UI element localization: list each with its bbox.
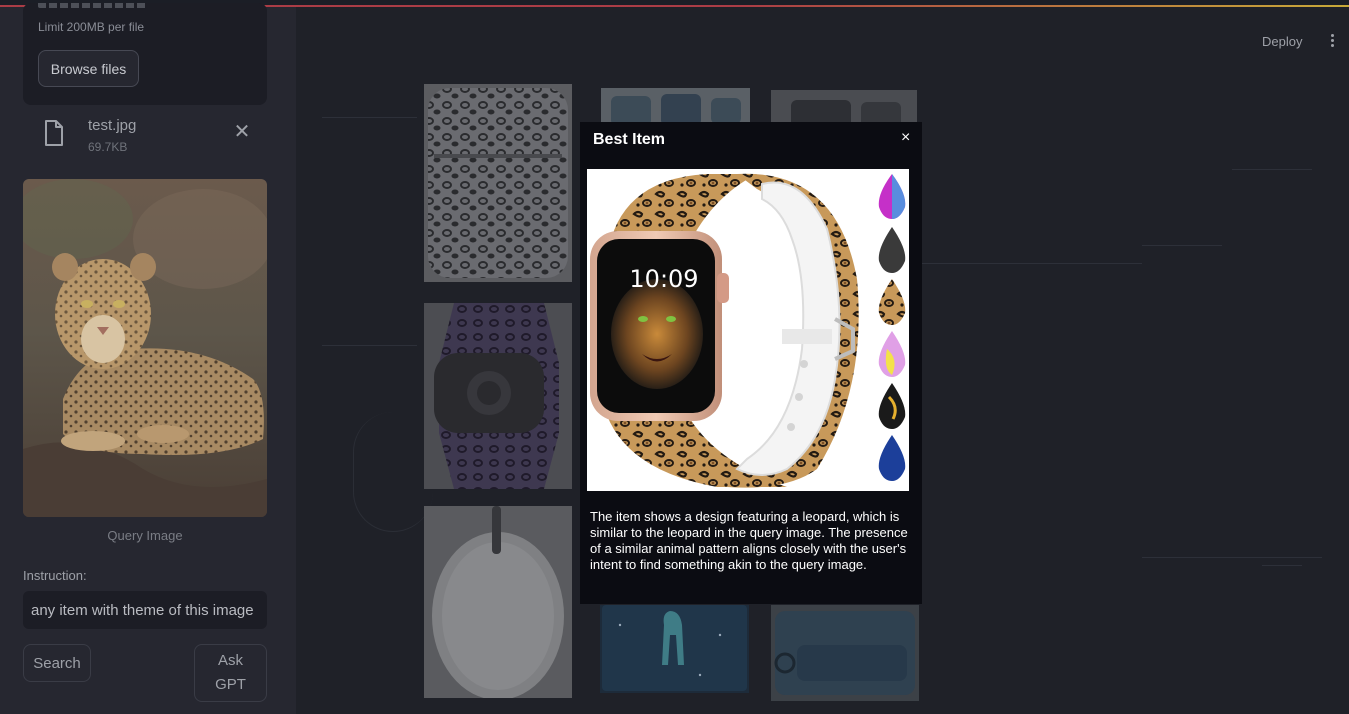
close-icon[interactable]: × bbox=[901, 130, 910, 146]
sidebar: Limit 200MB per file Browse files test.j… bbox=[0, 3, 296, 714]
background-line bbox=[1262, 565, 1302, 566]
background-line bbox=[1142, 557, 1322, 558]
file-uploader-dropzone[interactable]: Limit 200MB per file Browse files bbox=[23, 3, 267, 105]
uploaded-file-name: test.jpg bbox=[88, 117, 137, 134]
upload-instructions-cut bbox=[38, 3, 158, 8]
best-item-dialog: Best Item × 10:09 The item shows a desig… bbox=[580, 122, 922, 604]
result-item-image[interactable] bbox=[424, 84, 572, 282]
best-item-explanation: The item shows a design featuring a leop… bbox=[590, 509, 908, 572]
uploaded-file-size: 69.7KB bbox=[88, 140, 128, 154]
close-icon[interactable]: ✕ bbox=[232, 122, 252, 142]
uploaded-file-row: test.jpg 69.7KB ✕ bbox=[23, 112, 267, 162]
background-line bbox=[1142, 245, 1222, 246]
instruction-label: Instruction: bbox=[23, 568, 87, 583]
file-icon bbox=[45, 120, 63, 146]
result-item-image[interactable] bbox=[424, 303, 572, 489]
background-line bbox=[322, 345, 417, 346]
background-arc bbox=[353, 412, 433, 532]
result-item-image[interactable] bbox=[771, 605, 919, 701]
deploy-button[interactable]: Deploy bbox=[1262, 34, 1302, 49]
browse-files-button[interactable]: Browse files bbox=[38, 50, 139, 87]
search-button[interactable]: Search bbox=[23, 644, 91, 682]
best-item-image: 10:09 bbox=[587, 169, 909, 491]
more-vertical-icon[interactable] bbox=[1328, 33, 1336, 49]
result-item-image[interactable] bbox=[424, 506, 572, 698]
ask-gpt-button[interactable]: Ask GPT bbox=[194, 644, 267, 702]
watch-time-text: 10:09 bbox=[629, 265, 698, 293]
background-line bbox=[1232, 169, 1312, 170]
result-item-image[interactable] bbox=[600, 605, 749, 693]
dialog-title: Best Item bbox=[593, 131, 666, 148]
upload-limit-text: Limit 200MB per file bbox=[38, 20, 145, 34]
instruction-input[interactable] bbox=[23, 591, 267, 629]
query-image bbox=[23, 179, 267, 517]
background-line bbox=[922, 263, 1142, 264]
background-line bbox=[322, 117, 417, 118]
query-image-caption: Query Image bbox=[107, 528, 183, 543]
